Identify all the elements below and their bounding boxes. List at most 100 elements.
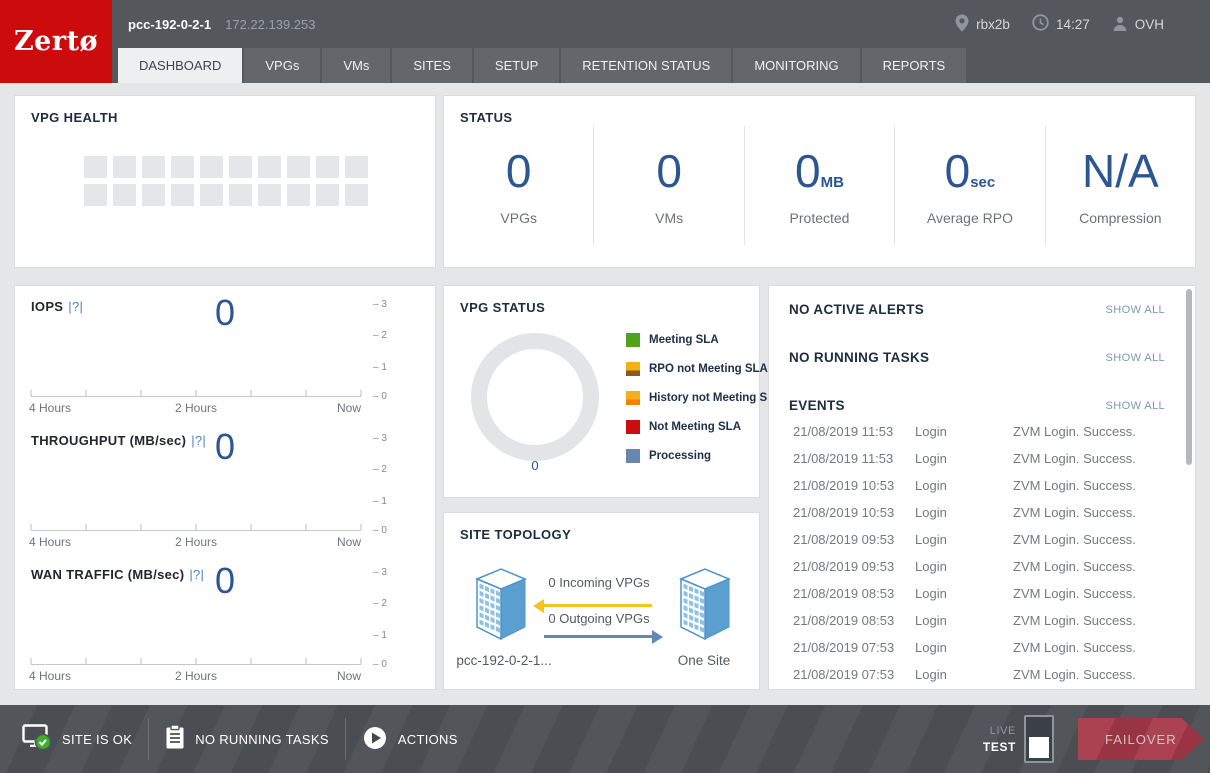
vpg-health-title: VPG HEALTH — [31, 110, 118, 125]
tab-setup[interactable]: SETUP — [474, 48, 559, 83]
tab-vpgs[interactable]: VPGs — [244, 48, 320, 83]
outgoing-vpgs-label: 0 Outgoing VPGs — [529, 611, 669, 626]
tab-monitoring[interactable]: MONITORING — [733, 48, 859, 83]
event-type: Login — [915, 424, 1013, 439]
vpg-health-cell — [345, 184, 368, 206]
vpg-health-cell — [229, 156, 252, 178]
vpg-health-cell — [200, 156, 223, 178]
header-top-bar: pcc-192-0-2-1 172.22.139.253 rbx2b 14:27 — [112, 0, 1210, 48]
tasks-status-label: NO RUNNING TASKS — [195, 732, 329, 747]
location-indicator: rbx2b — [955, 14, 1010, 35]
status-metric: 0sec Average RPO — [894, 126, 1044, 245]
tab-bar: DASHBOARDVPGsVMsSITESSETUPRETENTION STAT… — [112, 48, 1210, 83]
event-row: 21/08/2019 08:53 Login ZVM Login. Succes… — [769, 607, 1183, 634]
vpg-health-panel: VPG HEALTH — [14, 95, 436, 268]
legend-swatch — [626, 449, 640, 463]
actions-menu[interactable]: ACTIONS — [362, 725, 458, 754]
vpg-health-cell — [287, 184, 310, 206]
event-time: 21/08/2019 10:53 — [793, 505, 915, 520]
alerts-tasks-events-panel: NO ACTIVE ALERTS SHOW ALL NO RUNNING TAS… — [768, 285, 1196, 690]
footer-divider — [148, 718, 149, 760]
metric-label: VPGs — [500, 210, 537, 226]
event-row: 21/08/2019 10:53 Login ZVM Login. Succes… — [769, 472, 1183, 499]
chart-current-value: 0 — [15, 292, 435, 334]
vpg-status-donut-chart — [470, 332, 600, 462]
event-description: ZVM Login. Success. — [1013, 640, 1183, 655]
site-topology-title: SITE TOPOLOGY — [460, 527, 571, 542]
events-scrollbar[interactable] — [1186, 289, 1192, 465]
time-indicator: 14:27 — [1032, 14, 1090, 34]
chart-wan-traffic-mb-sec: 4 Hours 2 Hours Now– 3– 2– 1– 0 WAN TRAF… — [15, 554, 435, 688]
event-row: 21/08/2019 11:53 Login ZVM Login. Succes… — [769, 445, 1183, 472]
legend-label: RPO not Meeting SLA — [649, 363, 768, 375]
tab-dashboard[interactable]: DASHBOARD — [118, 48, 242, 83]
tab-retention-status[interactable]: RETENTION STATUS — [561, 48, 731, 83]
outgoing-arrow — [544, 635, 652, 638]
event-time: 21/08/2019 07:53 — [793, 667, 915, 682]
event-time: 21/08/2019 08:53 — [793, 613, 915, 628]
legend-item: RPO not Meeting SLA — [626, 362, 783, 376]
alerts-title: NO ACTIVE ALERTS — [789, 302, 924, 317]
svg-text:– 1: – 1 — [373, 362, 387, 373]
svg-text:Now: Now — [337, 401, 361, 415]
chart-iops: 4 Hours 2 Hours Now– 3– 2– 1– 0 IOPS|?| … — [15, 286, 435, 420]
legend-item: Not Meeting SLA — [626, 420, 783, 434]
tasks-clipboard-icon — [165, 724, 185, 754]
live-test-toggle[interactable] — [1024, 715, 1054, 763]
remote-site-building-icon — [676, 567, 734, 646]
legend-item: History not Meeting SLA — [626, 391, 783, 405]
user-indicator[interactable]: OVH — [1112, 15, 1164, 34]
legend-label: History not Meeting SLA — [649, 392, 783, 404]
event-description: ZVM Login. Success. — [1013, 613, 1183, 628]
event-row: 21/08/2019 08:53 Login ZVM Login. Succes… — [769, 580, 1183, 607]
event-description: ZVM Login. Success. — [1013, 424, 1183, 439]
failover-mode-labels: LIVE TEST — [983, 725, 1016, 754]
tasks-show-all-link[interactable]: SHOW ALL — [1106, 352, 1165, 364]
local-site-label: pcc-192-0-2-1... — [439, 653, 569, 668]
test-label: TEST — [983, 740, 1016, 754]
status-title: STATUS — [460, 110, 512, 125]
vpg-status-title: VPG STATUS — [460, 300, 545, 315]
tab-sites[interactable]: SITES — [392, 48, 472, 83]
event-type: Login — [915, 478, 1013, 493]
alerts-show-all-link[interactable]: SHOW ALL — [1106, 304, 1165, 316]
chart-current-value: 0 — [15, 426, 435, 468]
svg-text:– 1: – 1 — [373, 496, 387, 507]
event-time: 21/08/2019 09:53 — [793, 532, 915, 547]
site-ip: 172.22.139.253 — [225, 17, 315, 32]
actions-play-icon — [362, 725, 388, 754]
event-type: Login — [915, 586, 1013, 601]
event-type: Login — [915, 532, 1013, 547]
event-description: ZVM Login. Success. — [1013, 532, 1183, 547]
event-row: 21/08/2019 10:53 Login ZVM Login. Succes… — [769, 499, 1183, 526]
svg-text:– 0: – 0 — [373, 525, 387, 536]
incoming-vpgs-label: 0 Incoming VPGs — [529, 575, 669, 590]
time-label: 14:27 — [1056, 17, 1090, 32]
metric-value: N/A — [1082, 148, 1159, 194]
svg-text:– 0: – 0 — [373, 391, 387, 402]
status-footer: SITE IS OK NO RUNNING TASKS ACTIONS LIVE… — [0, 705, 1210, 773]
vpg-health-cell — [84, 184, 107, 206]
event-description: ZVM Login. Success. — [1013, 451, 1183, 466]
failover-button[interactable]: FAILOVER — [1078, 718, 1204, 760]
event-type: Login — [915, 451, 1013, 466]
event-description: ZVM Login. Success. — [1013, 559, 1183, 574]
location-pin-icon — [955, 14, 969, 35]
vpg-health-cell — [171, 184, 194, 206]
zerto-logo: Zertø — [0, 0, 112, 83]
event-time: 21/08/2019 08:53 — [793, 586, 915, 601]
clock-icon — [1032, 14, 1049, 34]
svg-text:2 Hours: 2 Hours — [175, 535, 217, 549]
events-show-all-link[interactable]: SHOW ALL — [1106, 400, 1165, 412]
event-row: 21/08/2019 07:53 Login ZVM Login. Succes… — [769, 634, 1183, 661]
status-metrics: 0 VPGs 0 VMs 0MB Protected 0sec Average … — [444, 126, 1195, 245]
chart-current-value: 0 — [15, 560, 435, 602]
vpg-status-legend: Meeting SLA RPO not Meeting SLA History … — [626, 333, 783, 463]
tab-reports[interactable]: REPORTS — [862, 48, 967, 83]
event-description: ZVM Login. Success. — [1013, 586, 1183, 601]
vpg-health-cell — [287, 156, 310, 178]
event-time: 21/08/2019 07:53 — [793, 640, 915, 655]
tab-vms[interactable]: VMs — [322, 48, 390, 83]
legend-swatch — [626, 333, 640, 347]
metric-value: 0 — [656, 148, 682, 194]
